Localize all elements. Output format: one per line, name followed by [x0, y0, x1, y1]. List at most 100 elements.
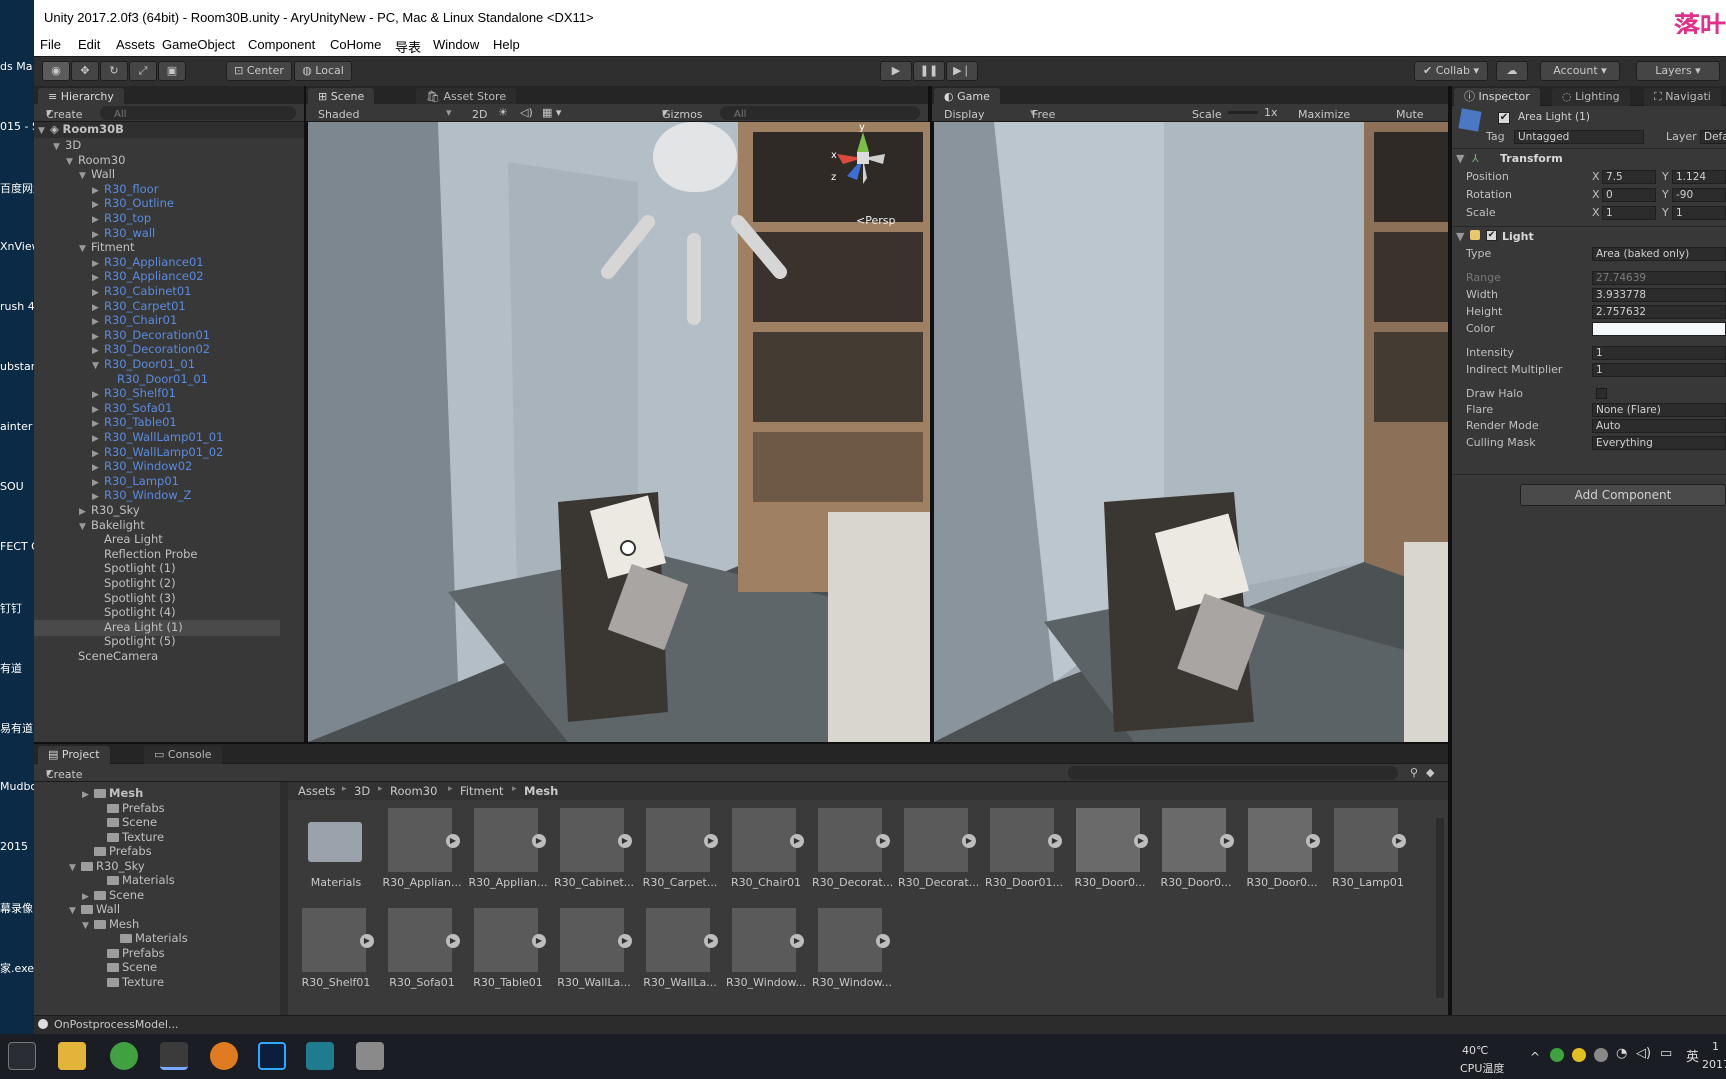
project-folder-item[interactable]: Texture — [95, 830, 164, 845]
draw-halo-checkbox[interactable] — [1596, 388, 1607, 399]
menu-window[interactable]: Window — [433, 37, 479, 52]
hierarchy-item[interactable]: Spotlight (3) — [34, 591, 176, 607]
gizmos-dropdown[interactable]: Gizmos ▾ — [662, 106, 703, 121]
expand-asset-icon[interactable]: ▶ — [876, 834, 890, 848]
intensity-field[interactable]: 1 — [1592, 346, 1726, 360]
pause-button[interactable]: ❚❚ — [913, 61, 945, 81]
hierarchy-item[interactable]: ▶ R30_Appliance01 — [34, 255, 204, 271]
expand-asset-icon[interactable]: ▶ — [704, 934, 718, 948]
collab-dropdown[interactable]: ✔ Collab ▾ — [1414, 61, 1488, 81]
expand-asset-icon[interactable]: ▶ — [790, 934, 804, 948]
desktop-shortcut[interactable]: 家.exe — [0, 960, 34, 976]
folder-arrow-icon[interactable]: ▼ — [69, 861, 81, 875]
mesh-asset[interactable]: ▶ R30_Door01... — [985, 808, 1064, 898]
breadcrumb-fitment[interactable]: Fitment — [460, 784, 504, 798]
hierarchy-scene-header[interactable]: ▼ ◈ Room30B — [34, 122, 304, 138]
scene-search-input[interactable]: All — [720, 106, 920, 120]
position-x-field[interactable]: 7.5 — [1602, 170, 1656, 184]
project-folder-item[interactable]: ▼ Wall — [69, 902, 120, 917]
menu-daobiao[interactable]: 导表 — [395, 37, 421, 56]
clock-time[interactable]: 1 — [1712, 1040, 1719, 1053]
clock-date[interactable]: 2017 — [1702, 1058, 1726, 1071]
hierarchy-item[interactable]: ▶ R30_WallLamp01_02 — [34, 445, 223, 461]
hierarchy-item[interactable]: ▶ R30_Decoration02 — [34, 342, 210, 358]
menu-help[interactable]: Help — [493, 37, 520, 52]
folder-arrow-icon[interactable]: ▼ — [69, 904, 81, 918]
mesh-asset[interactable]: ▶ R30_Cabinet... — [554, 808, 634, 898]
desktop-shortcut[interactable]: 易有道 — [0, 720, 34, 736]
rotation-y-field[interactable]: -90 — [1672, 188, 1726, 202]
sun-lighting-icon[interactable]: ☀ — [498, 106, 508, 119]
account-dropdown[interactable]: Account ▾ — [1540, 61, 1620, 81]
battery-icon[interactable]: ▭ — [1660, 1046, 1672, 1061]
hierarchy-item[interactable]: ▼ R30_Door01_01 — [34, 357, 195, 373]
pivot-local-button[interactable]: ◍ Local — [294, 61, 352, 81]
mesh-asset[interactable]: ▶ R30_Decorat... — [898, 808, 978, 898]
mesh-asset[interactable]: ▶ R30_Door0... — [1074, 808, 1150, 898]
mesh-asset[interactable]: ▶ R30_Shelf01 — [300, 908, 376, 998]
tray-plus-icon[interactable] — [1572, 1048, 1586, 1062]
foldout-arrow-icon[interactable]: ▼ — [1456, 152, 1464, 165]
foldout-arrow-icon[interactable]: ▼ — [1456, 230, 1464, 243]
menu-component[interactable]: Component — [248, 37, 315, 52]
desktop-shortcut[interactable]: rush 4 — [0, 300, 34, 313]
project-folder-item[interactable]: Materials — [95, 873, 175, 888]
width-field[interactable]: 3.933778 — [1592, 288, 1726, 302]
project-folder-item[interactable]: ▶ Scene — [82, 888, 144, 903]
expand-asset-icon[interactable]: ▶ — [360, 934, 374, 948]
pivot-center-button[interactable]: ⊡ Center — [226, 61, 292, 81]
breadcrumb-room30[interactable]: Room30 — [390, 784, 437, 798]
hierarchy-item[interactable]: ▶ R30_top — [34, 211, 151, 227]
network-icon[interactable]: ◔ — [1616, 1046, 1627, 1061]
tab-navigation[interactable]: ⛶ Navigati — [1644, 88, 1721, 106]
expand-asset-icon[interactable]: ▶ — [790, 834, 804, 848]
cloud-button[interactable]: ☁ — [1496, 61, 1528, 81]
scale-slider[interactable] — [1228, 111, 1258, 114]
mesh-asset[interactable]: ▶ R30_Window... — [726, 908, 806, 998]
assets-scrollbar[interactable] — [1436, 818, 1444, 998]
desktop-shortcut[interactable]: FECT C — [0, 540, 34, 553]
mesh-asset[interactable]: ▶ R30_Applian... — [469, 808, 548, 898]
step-button[interactable]: ▶❘ — [946, 61, 978, 81]
folder-arrow-icon[interactable]: ▶ — [82, 788, 94, 802]
image-effects-icon[interactable]: ▦ ▾ — [542, 106, 561, 119]
expand-asset-icon[interactable]: ▶ — [618, 834, 632, 848]
menu-cohome[interactable]: CoHome — [330, 37, 381, 52]
expand-asset-icon[interactable]: ▶ — [876, 934, 890, 948]
hierarchy-item[interactable]: Reflection Probe — [34, 547, 198, 563]
hierarchy-item[interactable]: ▼ 3D — [34, 138, 81, 154]
desktop-shortcut[interactable]: 幕录像 — [0, 900, 34, 916]
hierarchy-create-button[interactable]: Create ▾ — [46, 106, 83, 121]
project-search-input[interactable] — [1068, 766, 1398, 780]
scale-x-field[interactable]: 1 — [1602, 206, 1656, 220]
project-folder-item[interactable]: ▼ R30_Sky — [69, 859, 145, 874]
expand-asset-icon[interactable]: ▶ — [1392, 834, 1406, 848]
menu-edit[interactable]: Edit — [78, 37, 100, 52]
hierarchy-item[interactable]: Area Light — [34, 532, 163, 548]
render-mode-dropdown[interactable]: Auto — [1592, 419, 1726, 433]
desktop-shortcut[interactable]: 2015 — [0, 840, 34, 853]
add-component-button[interactable]: Add Component — [1520, 484, 1726, 506]
task-view-icon[interactable] — [8, 1042, 36, 1070]
bug-report-icon[interactable] — [210, 1042, 238, 1070]
light-handle-icon[interactable] — [620, 540, 636, 556]
mesh-asset[interactable]: ▶ R30_Applian... — [383, 808, 462, 898]
desktop-shortcut[interactable]: 钉钉 — [0, 600, 34, 616]
folder-arrow-icon[interactable]: ▼ — [82, 919, 94, 933]
desktop-shortcut[interactable]: 百度网盘 — [0, 180, 34, 196]
hierarchy-item[interactable]: ▶ R30_WallLamp01_01 — [34, 430, 223, 446]
game-viewport[interactable] — [934, 122, 1448, 742]
menu-assets[interactable]: Assets — [116, 37, 155, 52]
hierarchy-item[interactable]: ▶ R30_floor — [34, 182, 158, 198]
menu-gameobject[interactable]: GameObject — [162, 37, 235, 52]
hierarchy-item[interactable]: ▶ R30_wall — [34, 226, 155, 242]
height-field[interactable]: 2.757632 — [1592, 305, 1726, 319]
expand-asset-icon[interactable]: ▶ — [1306, 834, 1320, 848]
desktop-shortcut[interactable]: ubstan — [0, 360, 34, 373]
tab-project[interactable]: ▤ Project — [38, 746, 110, 764]
culling-mask-dropdown[interactable]: Everything — [1592, 436, 1726, 450]
mesh-asset[interactable]: ▶ R30_Door0... — [1160, 808, 1236, 898]
scene-viewport[interactable]: y x z <Persp — [308, 122, 930, 742]
expand-asset-icon[interactable]: ▶ — [1048, 834, 1062, 848]
filter-label-icon[interactable]: ◆ — [1426, 766, 1434, 779]
